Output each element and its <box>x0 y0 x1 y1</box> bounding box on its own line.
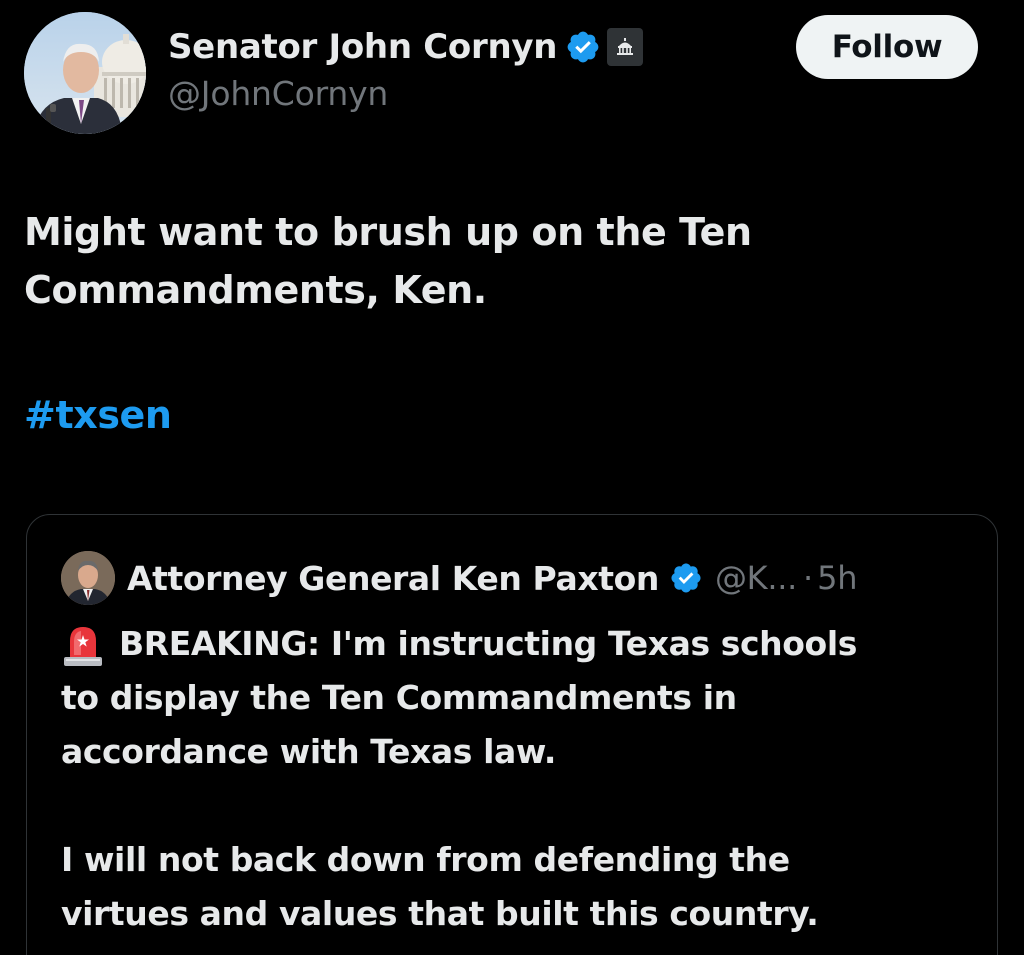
author-name-row: Senator John Cornyn <box>168 24 644 70</box>
author-handle[interactable]: @JohnCornyn <box>168 74 388 113</box>
quoted-tweet-timestamp[interactable]: 5h <box>817 559 857 597</box>
quoted-author-name[interactable]: Attorney General Ken Paxton <box>127 559 659 598</box>
quoted-author-avatar[interactable] <box>61 551 115 605</box>
capitol-building-glyph <box>617 38 634 55</box>
quoted-tweet-line-1: BREAKING: I'm instructing Texas schools <box>119 624 857 663</box>
quoted-tweet-text: BREAKING: I'm instructing Texas schools … <box>61 617 981 941</box>
quoted-author-avatar-image <box>61 551 115 605</box>
capitol-building-icon[interactable] <box>607 28 644 66</box>
tweet-view: Senator John Cornyn @JohnCornyn Follow M… <box>0 0 1024 955</box>
quoted-tweet-header: Attorney General Ken Paxton @K... · 5h <box>127 553 857 603</box>
verified-check-icon <box>671 563 701 593</box>
quoted-tweet-paragraph-1-rest: to display the Ten Commandments in accor… <box>61 678 737 771</box>
quoted-tweet-paragraph-2: I will not back down from defending the … <box>61 840 819 933</box>
verified-check-icon[interactable] <box>565 29 601 65</box>
follow-button[interactable]: Follow <box>796 15 978 79</box>
author-display-name[interactable]: Senator John Cornyn <box>168 27 557 67</box>
author-avatar[interactable] <box>24 12 146 134</box>
author-avatar-image <box>24 12 146 134</box>
quoted-tweet-card[interactable]: Attorney General Ken Paxton @K... · 5h B… <box>26 514 998 955</box>
hashtag-link[interactable]: #txsen <box>24 393 172 437</box>
quoted-author-handle[interactable]: @K... <box>715 559 797 597</box>
tweet-text: Might want to brush up on the Ten Comman… <box>24 210 752 312</box>
quoted-tweet-first-line: BREAKING: I'm instructing Texas schools <box>61 617 981 671</box>
rotating-light-icon <box>64 627 102 666</box>
dot-separator: · <box>802 559 814 597</box>
